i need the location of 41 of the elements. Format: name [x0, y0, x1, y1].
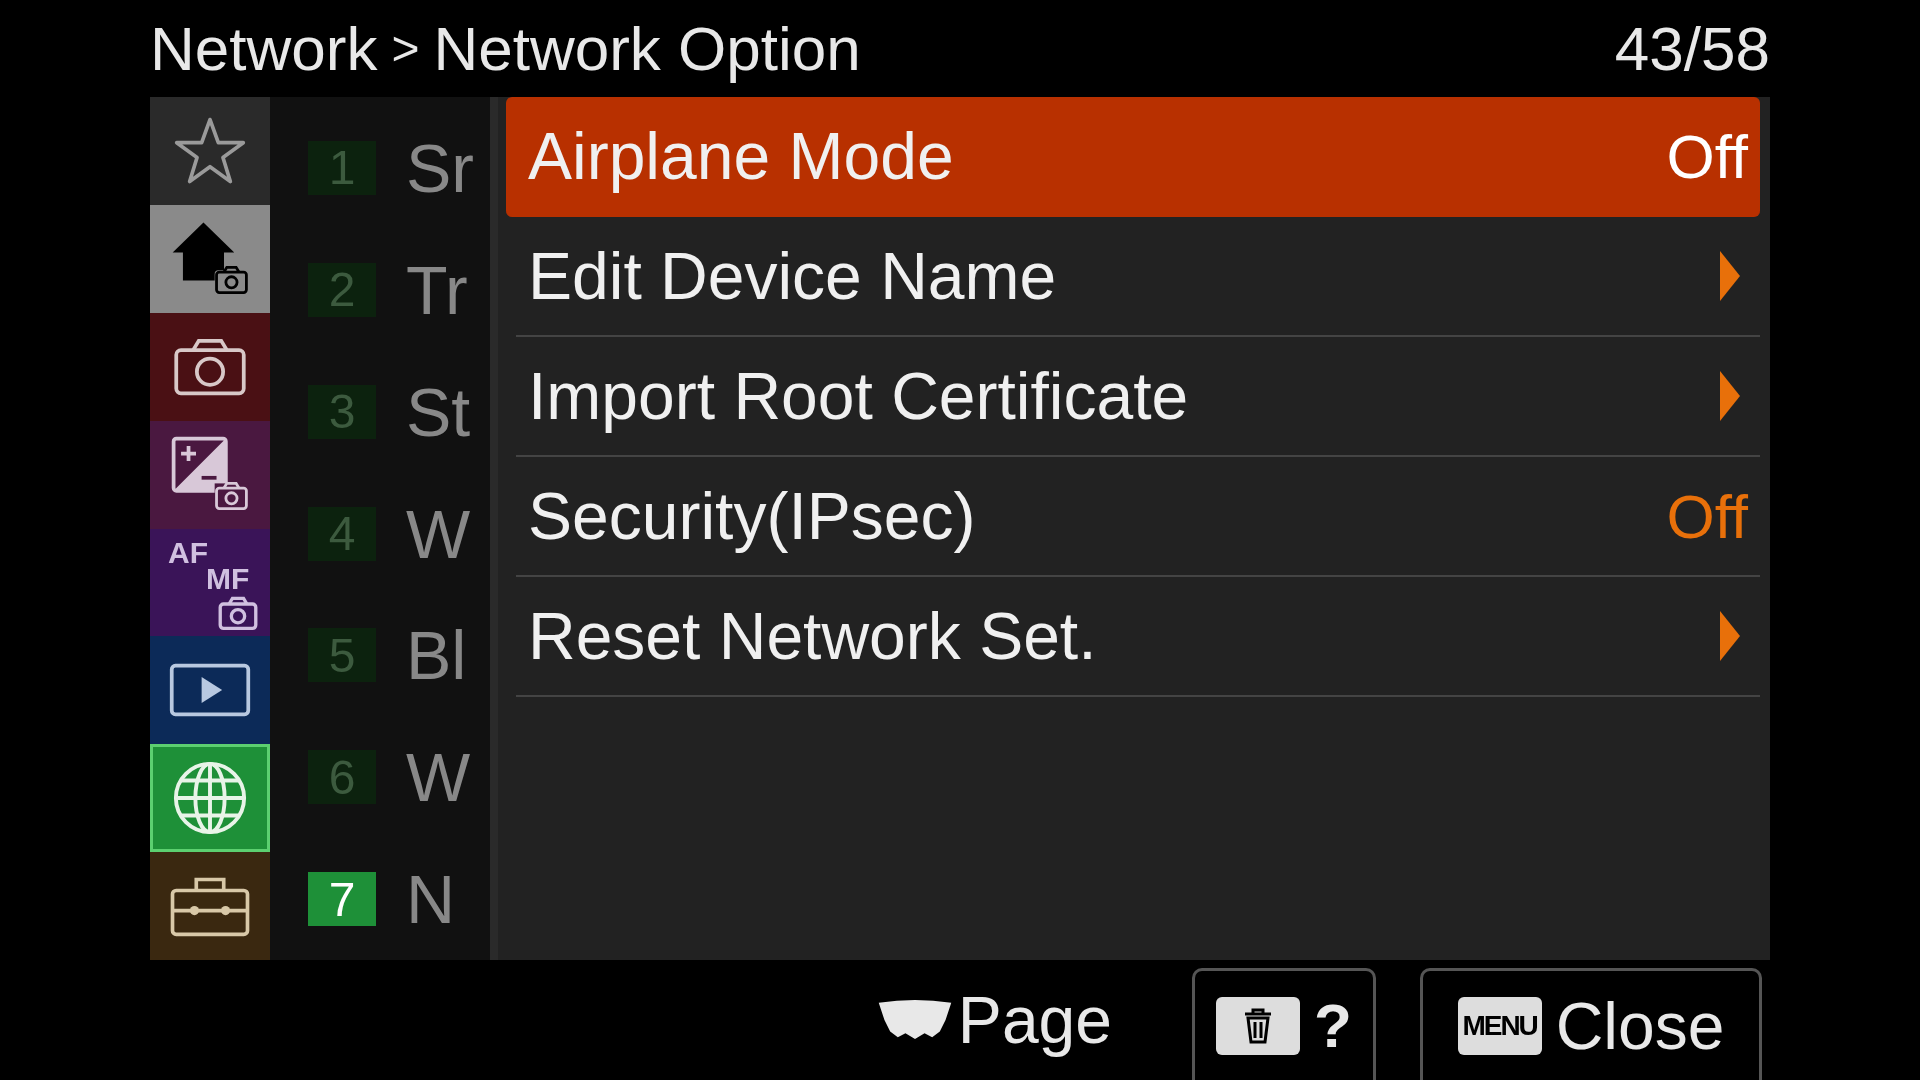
- section-label: St: [406, 372, 471, 451]
- item-label: Airplane Mode: [528, 118, 954, 194]
- playback-icon: [168, 662, 252, 719]
- item-value: Off: [1666, 120, 1748, 192]
- menu-tab[interactable]: [150, 636, 270, 745]
- section-label: Tr: [406, 250, 468, 329]
- item-label: Security(IPsec): [528, 478, 976, 554]
- item-label: Reset Network Set.: [528, 598, 1097, 674]
- close-button[interactable]: MENU Close: [1420, 968, 1762, 1080]
- menu-tab[interactable]: AF MF: [150, 528, 270, 637]
- focus-label: MF: [206, 562, 250, 597]
- section-label: N: [406, 860, 456, 939]
- section-label: W: [406, 738, 471, 817]
- menu-item[interactable]: Airplane Mode Off: [506, 97, 1760, 217]
- menu-tab[interactable]: [150, 204, 270, 313]
- menu-tab[interactable]: [150, 312, 270, 421]
- section-label: W: [406, 494, 471, 573]
- menu-tab[interactable]: [150, 852, 270, 960]
- page-counter: 43/58: [1614, 13, 1770, 84]
- page-label: Page: [957, 982, 1112, 1058]
- delete-help-button[interactable]: ?: [1192, 968, 1376, 1080]
- menu-item[interactable]: Edit Device Name: [516, 217, 1760, 337]
- menu-tab[interactable]: [150, 97, 270, 205]
- menu-item[interactable]: Import Root Certificate: [516, 337, 1760, 457]
- menu-item[interactable]: Reset Network Set.: [516, 577, 1760, 697]
- section-label: Sr: [406, 128, 474, 207]
- breadcrumb: Network: [150, 13, 378, 84]
- menu-key: MENU: [1457, 996, 1542, 1055]
- focus-label: AF: [168, 536, 208, 571]
- section-number[interactable]: 7: [308, 872, 376, 927]
- section-label: Bl: [406, 616, 467, 695]
- item-label: Import Root Certificate: [528, 358, 1189, 434]
- menu-item[interactable]: Security(IPsec) Off: [516, 457, 1760, 577]
- menu-title: Network Option: [433, 13, 861, 84]
- item-label: Edit Device Name: [528, 238, 1057, 314]
- menu-tab[interactable]: [150, 420, 270, 529]
- trash-icon: [1216, 996, 1301, 1055]
- camera-icon: [218, 596, 258, 633]
- separator: >: [391, 21, 420, 76]
- item-value: Off: [1666, 480, 1748, 552]
- camera-icon: [172, 336, 248, 397]
